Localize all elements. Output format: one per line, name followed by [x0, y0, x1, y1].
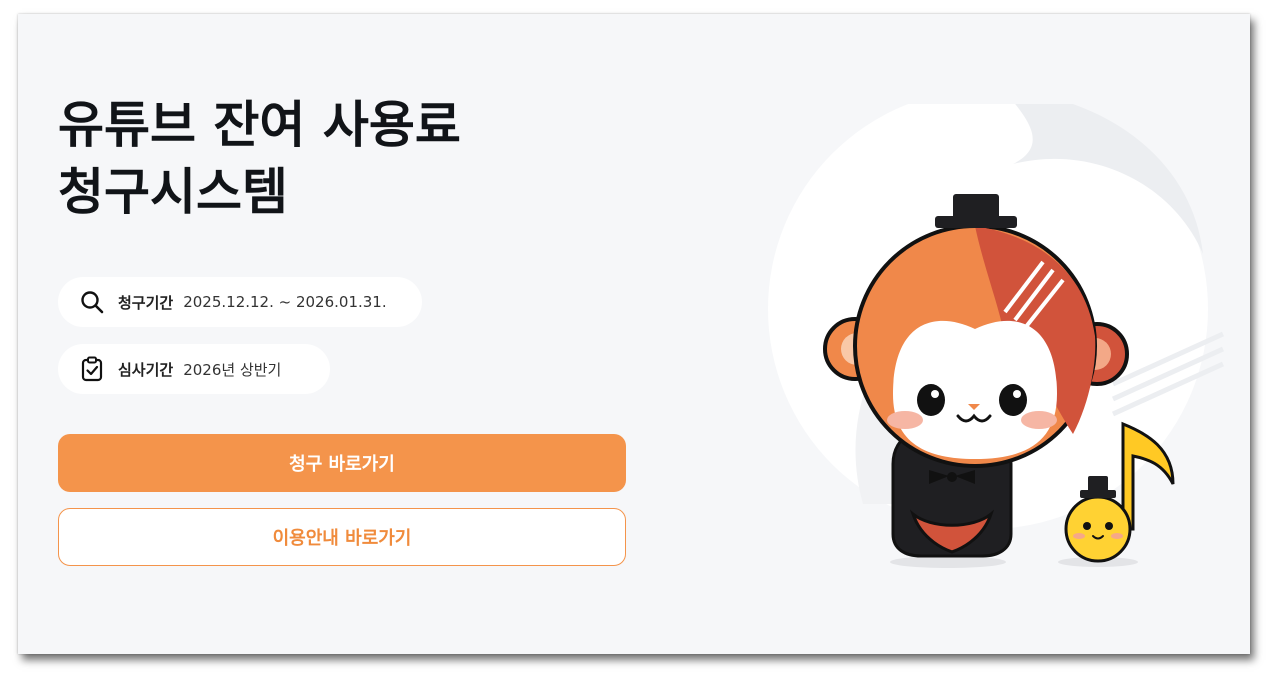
- guide-button[interactable]: 이용안내 바로가기: [58, 508, 626, 566]
- page-title-line-2: 청구시스템: [58, 163, 288, 221]
- review-period-value: 2026년 상반기: [183, 360, 282, 379]
- claim-period-value: 2025.12.12. ~ 2026.01.31.: [183, 293, 387, 311]
- clipboard-check-icon: [78, 355, 106, 383]
- claim-period-info: 청구기간 2025.12.12. ~ 2026.01.31.: [58, 277, 422, 327]
- review-period-info: 심사기간 2026년 상반기: [58, 344, 330, 394]
- page-title-line-1: 유튜브 잔여 사용료: [58, 96, 461, 154]
- claim-button[interactable]: 청구 바로가기: [58, 434, 626, 492]
- search-icon: [78, 288, 106, 316]
- page-title: 유튜브 잔여 사용료 청구시스템: [58, 92, 461, 226]
- claim-period-label: 청구기간: [118, 293, 174, 312]
- review-period-label: 심사기간: [118, 360, 174, 379]
- hero-card: 유튜브 잔여 사용료 청구시스템 청구기간 2025.12.12. ~ 2026…: [18, 14, 1250, 654]
- mascot-illustration: [753, 89, 1233, 578]
